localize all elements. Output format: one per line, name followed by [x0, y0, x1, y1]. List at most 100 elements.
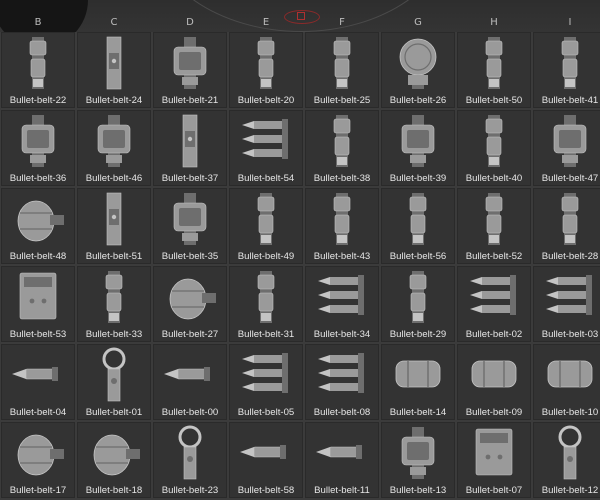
brush-thumbnail[interactable]: Bullet-belt-23: [153, 422, 227, 498]
brush-thumbnail-label: Bullet-belt-34: [313, 329, 371, 340]
brush-thumbnail[interactable]: Bullet-belt-46: [77, 110, 151, 186]
belt-clip-icon: [485, 37, 503, 89]
belt-strap-icon: [106, 36, 122, 90]
brush-thumbnail[interactable]: Bullet-belt-33: [77, 266, 151, 342]
brush-thumbnail[interactable]: Bullet-belt-24: [77, 32, 151, 108]
brush-thumbnail[interactable]: Bullet-belt-34: [305, 266, 379, 342]
brush-thumbnail[interactable]: Bullet-belt-51: [77, 188, 151, 264]
round-plate-icon: [399, 38, 437, 89]
brush-thumbnail[interactable]: Bullet-belt-39: [381, 110, 455, 186]
grenade-icon: [93, 434, 140, 476]
belt-buckle-icon: [401, 427, 435, 479]
brush-thumbnail[interactable]: Bullet-belt-08: [305, 344, 379, 420]
brush-thumbnail[interactable]: Bullet-belt-13: [381, 422, 455, 498]
brush-thumbnail[interactable]: Bullet-belt-54: [229, 110, 303, 186]
brush-thumbnail[interactable]: Bullet-belt-01: [77, 344, 151, 420]
brush-thumbnail-label: Bullet-belt-39: [389, 173, 447, 184]
brush-thumbnail[interactable]: Bullet-belt-12: [533, 422, 600, 498]
brush-thumbnail-label: Bullet-belt-10: [541, 407, 599, 418]
bullet-cluster-icon: [546, 275, 592, 315]
brush-thumbnail[interactable]: Bullet-belt-49: [229, 188, 303, 264]
brush-thumbnail[interactable]: Bullet-belt-05: [229, 344, 303, 420]
brush-thumbnail[interactable]: Bullet-belt-04: [1, 344, 75, 420]
brush-thumbnail[interactable]: Bullet-belt-10: [533, 344, 600, 420]
brush-thumbnail[interactable]: Bullet-belt-40: [457, 110, 531, 186]
belt-clip-icon: [333, 115, 351, 167]
brush-thumbnail-label: Bullet-belt-54: [237, 173, 295, 184]
ring-icon: [102, 347, 126, 402]
brush-thumbnail-label: Bullet-belt-01: [85, 407, 143, 418]
brush-thumbnail-label: Bullet-belt-07: [465, 485, 523, 496]
brush-thumbnail[interactable]: Bullet-belt-21: [153, 32, 227, 108]
brush-thumbnail[interactable]: Bullet-belt-14: [381, 344, 455, 420]
brush-thumbnail-label: Bullet-belt-47: [541, 173, 599, 184]
belt-strap-icon: [106, 192, 122, 246]
column-letter: E: [262, 17, 270, 28]
brush-thumbnail-label: Bullet-belt-17: [9, 485, 67, 496]
brush-thumbnail-label: Bullet-belt-28: [541, 251, 599, 262]
belt-clip-icon: [257, 37, 275, 89]
brush-thumbnail[interactable]: Bullet-belt-18: [77, 422, 151, 498]
brush-thumbnail-label: Bullet-belt-21: [161, 95, 219, 106]
brush-thumbnail-label: Bullet-belt-05: [237, 407, 295, 418]
ring-icon: [178, 425, 202, 480]
brush-thumbnail[interactable]: Bullet-belt-48: [1, 188, 75, 264]
brush-thumbnail[interactable]: Bullet-belt-41: [533, 32, 600, 108]
belt-buckle-icon: [173, 193, 207, 245]
brush-thumbnail[interactable]: Bullet-belt-25: [305, 32, 379, 108]
brush-thumbnail-label: Bullet-belt-52: [465, 251, 523, 262]
brush-thumbnail[interactable]: Bullet-belt-28: [533, 188, 600, 264]
brush-thumbnail-label: Bullet-belt-26: [389, 95, 447, 106]
brush-thumbnail[interactable]: Bullet-belt-58: [229, 422, 303, 498]
column-letter: G: [414, 17, 422, 28]
brush-thumbnail[interactable]: Bullet-belt-07: [457, 422, 531, 498]
brush-thumbnail-label: Bullet-belt-41: [541, 95, 599, 106]
belt-clip-icon: [561, 37, 579, 89]
brush-thumbnail[interactable]: Bullet-belt-38: [305, 110, 379, 186]
brush-thumbnail[interactable]: Bullet-belt-52: [457, 188, 531, 264]
column-letter: H: [490, 17, 498, 28]
brush-thumbnail-label: Bullet-belt-08: [313, 407, 371, 418]
brush-thumbnail[interactable]: Bullet-belt-56: [381, 188, 455, 264]
brush-thumbnail[interactable]: Bullet-belt-02: [457, 266, 531, 342]
bullet-cluster-icon: [242, 353, 288, 393]
brush-thumbnail[interactable]: Bullet-belt-27: [153, 266, 227, 342]
brush-thumbnail-label: Bullet-belt-35: [161, 251, 219, 262]
brush-thumbnail[interactable]: Bullet-belt-50: [457, 32, 531, 108]
brush-thumbnail-label: Bullet-belt-20: [237, 95, 295, 106]
brush-thumbnail-label: Bullet-belt-11: [314, 485, 370, 496]
canister-icon: [395, 360, 441, 388]
brush-thumbnail-label: Bullet-belt-09: [465, 407, 523, 418]
brush-thumbnail-label: Bullet-belt-00: [161, 407, 219, 418]
brush-thumbnail-label: Bullet-belt-36: [9, 173, 67, 184]
brush-thumbnail-label: Bullet-belt-53: [9, 329, 67, 340]
belt-clip-icon: [561, 193, 579, 245]
belt-buckle-icon: [553, 115, 587, 167]
brush-thumbnail-label: Bullet-belt-48: [9, 251, 67, 262]
brush-thumbnail[interactable]: Bullet-belt-37: [153, 110, 227, 186]
brush-thumbnail-label: Bullet-belt-12: [541, 485, 599, 496]
brush-thumbnail[interactable]: Bullet-belt-17: [1, 422, 75, 498]
brush-thumbnail[interactable]: Bullet-belt-47: [533, 110, 600, 186]
brush-thumbnail-label: Bullet-belt-02: [465, 329, 523, 340]
brush-thumbnail[interactable]: Bullet-belt-09: [457, 344, 531, 420]
brush-thumbnail[interactable]: Bullet-belt-35: [153, 188, 227, 264]
brush-thumbnail[interactable]: Bullet-belt-31: [229, 266, 303, 342]
belt-clip-icon: [485, 193, 503, 245]
brush-thumbnail-label: Bullet-belt-23: [161, 485, 219, 496]
brush-thumbnail[interactable]: Bullet-belt-03: [533, 266, 600, 342]
brush-thumbnail[interactable]: Bullet-belt-22: [1, 32, 75, 108]
brush-thumbnail[interactable]: Bullet-belt-26: [381, 32, 455, 108]
brush-thumbnail[interactable]: Bullet-belt-29: [381, 266, 455, 342]
brush-thumbnail-label: Bullet-belt-29: [389, 329, 447, 340]
bullet-icon: [316, 445, 362, 459]
belt-clip-icon: [105, 271, 123, 323]
brush-thumbnail[interactable]: Bullet-belt-20: [229, 32, 303, 108]
brush-thumbnail[interactable]: Bullet-belt-36: [1, 110, 75, 186]
brush-thumbnail[interactable]: Bullet-belt-43: [305, 188, 379, 264]
brush-thumbnail[interactable]: Bullet-belt-11: [305, 422, 379, 498]
brush-thumbnail-label: Bullet-belt-13: [389, 485, 447, 496]
brush-thumbnail-label: Bullet-belt-27: [161, 329, 219, 340]
brush-thumbnail[interactable]: Bullet-belt-53: [1, 266, 75, 342]
brush-thumbnail[interactable]: Bullet-belt-00: [153, 344, 227, 420]
